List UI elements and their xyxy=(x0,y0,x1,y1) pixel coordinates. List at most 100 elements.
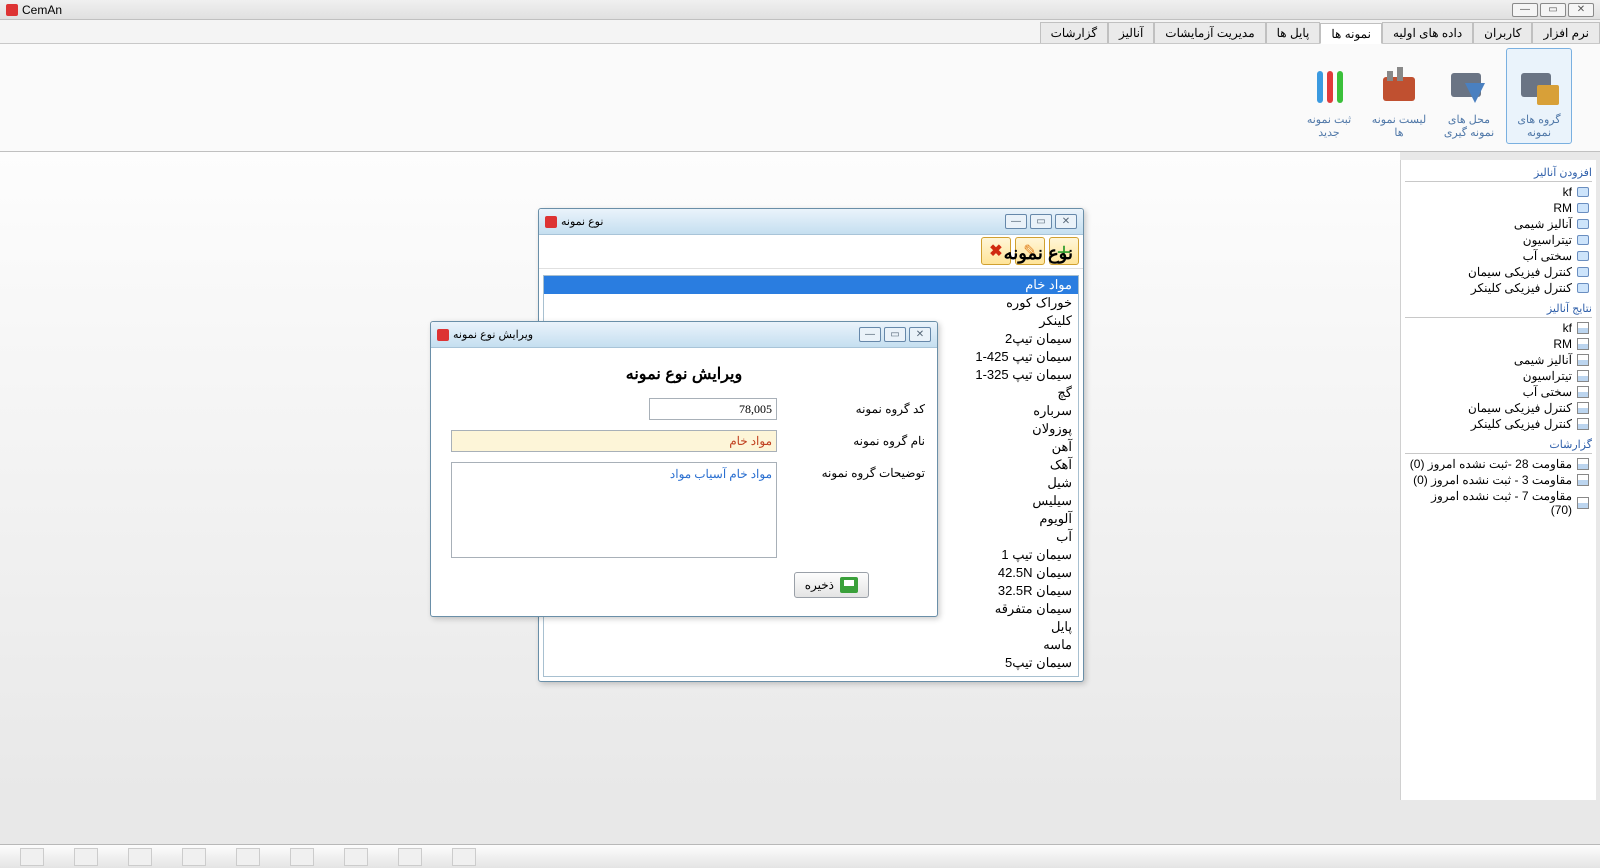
ribbon-icon xyxy=(1375,63,1423,111)
taskbar-icon[interactable] xyxy=(344,848,368,866)
tab-3[interactable]: نمونه ها xyxy=(1320,23,1382,44)
panel-item[interactable]: آنالیز شیمی xyxy=(1405,352,1592,368)
taskbar-icon[interactable] xyxy=(74,848,98,866)
panel-item-label: kf xyxy=(1563,185,1572,199)
dialog-title: نوع نمونه xyxy=(561,215,603,228)
maximize-button[interactable]: ▭ xyxy=(1540,3,1566,17)
panel-item-icon xyxy=(1576,218,1590,230)
name-input[interactable] xyxy=(451,430,777,452)
dialog-heading: نوع نمونه xyxy=(1004,243,1073,264)
dialog-maximize-button[interactable]: ▭ xyxy=(1030,214,1052,229)
ribbon-button-2[interactable]: لیست نمونه ها xyxy=(1366,48,1432,144)
tab-strip: نرم افزارکاربرانداده های اولیهنمونه هاپا… xyxy=(0,20,1600,44)
panel-item-label: آنالیز شیمی xyxy=(1514,217,1572,231)
panel-item-label: سختی آب xyxy=(1523,249,1572,263)
panel-item-icon xyxy=(1576,370,1590,382)
panel-item[interactable]: کنترل فیزیکی سیمان xyxy=(1405,400,1592,416)
tab-1[interactable]: کاربران xyxy=(1473,22,1532,43)
list-item[interactable]: پایل xyxy=(544,618,1078,636)
taskbar-icon[interactable] xyxy=(182,848,206,866)
tab-4[interactable]: پایل ها xyxy=(1266,22,1321,43)
ribbon-button-1[interactable]: محل های نمونه گیری xyxy=(1436,48,1502,144)
panel-item[interactable]: RM xyxy=(1405,200,1592,216)
save-button-label: ذخیره xyxy=(805,578,834,592)
taskbar-icon[interactable] xyxy=(236,848,260,866)
panel-item-icon xyxy=(1576,186,1590,198)
panel-item-icon xyxy=(1576,322,1590,334)
panel-item[interactable]: مقاومت 7 - ثبت نشده امروز (70) xyxy=(1405,488,1592,518)
panel-header: افزودن آنالیز xyxy=(1405,164,1592,182)
window-controls: — ▭ ✕ xyxy=(1512,3,1594,17)
panel-item-icon xyxy=(1576,338,1590,350)
panel-item-label: تیتراسیون xyxy=(1523,369,1572,383)
dialog-close-button[interactable]: ✕ xyxy=(909,327,931,342)
panel-item-label: مقاومت 3 - ثبت نشده امروز (0) xyxy=(1413,473,1572,487)
taskbar-icon[interactable] xyxy=(290,848,314,866)
list-item[interactable]: ماسه xyxy=(544,636,1078,654)
panel-item[interactable]: سختی آب xyxy=(1405,248,1592,264)
desc-label: توضیحات گروه نمونه xyxy=(785,462,925,480)
edit-dialog-heading: ویرایش نوع نمونه xyxy=(443,364,925,384)
ribbon-button-0[interactable]: گروه های نمونه xyxy=(1506,48,1572,144)
edit-sample-type-dialog: ویرایش نوع نمونه — ▭ ✕ ویرایش نوع نمونه … xyxy=(430,321,938,617)
panel-item[interactable]: مقاومت 28 -ثبت نشده امروز (0) xyxy=(1405,456,1592,472)
panel-item-label: آنالیز شیمی xyxy=(1514,353,1572,367)
panel-item[interactable]: کنترل فیزیکی کلینکر xyxy=(1405,280,1592,296)
panel-item[interactable]: آنالیز شیمی xyxy=(1405,216,1592,232)
taskbar xyxy=(0,844,1600,868)
list-item[interactable]: سیمان تیپ5 xyxy=(544,654,1078,672)
panel-item-icon xyxy=(1576,202,1590,214)
panel-item[interactable]: مقاومت 3 - ثبت نشده امروز (0) xyxy=(1405,472,1592,488)
tab-6[interactable]: آنالیز xyxy=(1108,22,1154,43)
ribbon-label: لیست نمونه ها xyxy=(1369,113,1429,139)
list-item[interactable]: خوراک کوره xyxy=(544,294,1078,312)
panel-item-label: RM xyxy=(1553,201,1572,215)
panel-item-label: تیتراسیون xyxy=(1523,233,1572,247)
right-panel: افزودن آنالیزkfRMآنالیز شیمیتیتراسیونسخت… xyxy=(1400,160,1596,800)
close-button[interactable]: ✕ xyxy=(1568,3,1594,17)
panel-item-icon xyxy=(1576,386,1590,398)
ribbon-label: ثبت نمونه جدید xyxy=(1299,113,1359,139)
panel-item[interactable]: RM xyxy=(1405,336,1592,352)
code-input[interactable] xyxy=(649,398,777,420)
panel-item-label: کنترل فیزیکی سیمان xyxy=(1468,401,1572,415)
taskbar-icon[interactable] xyxy=(128,848,152,866)
minimize-button[interactable]: — xyxy=(1512,3,1538,17)
panel-item[interactable]: کنترل فیزیکی سیمان xyxy=(1405,264,1592,280)
list-item[interactable]: مواد خام xyxy=(544,276,1078,294)
main-titlebar: CemAn — ▭ ✕ xyxy=(0,0,1600,20)
dialog-toolbar: ✖ ✎ ＋ xyxy=(539,235,1083,269)
dialog-minimize-button[interactable]: — xyxy=(859,327,881,342)
taskbar-icon[interactable] xyxy=(452,848,476,866)
dialog-titlebar: ویرایش نوع نمونه — ▭ ✕ xyxy=(431,322,937,348)
panel-item-icon xyxy=(1576,474,1590,486)
panel-item[interactable]: تیتراسیون xyxy=(1405,368,1592,384)
panel-item-label: مقاومت 28 -ثبت نشده امروز (0) xyxy=(1410,457,1572,471)
tab-0[interactable]: نرم افزار xyxy=(1532,22,1600,43)
panel-item-label: کنترل فیزیکی کلینکر xyxy=(1471,281,1572,295)
panel-item-icon xyxy=(1576,282,1590,294)
taskbar-icon[interactable] xyxy=(398,848,422,866)
panel-header: نتایج آنالیز xyxy=(1405,300,1592,318)
tab-7[interactable]: گزارشات xyxy=(1040,22,1108,43)
app-title: CemAn xyxy=(22,3,62,17)
panel-header: گزارشات xyxy=(1405,436,1592,454)
panel-item[interactable]: کنترل فیزیکی کلینکر xyxy=(1405,416,1592,432)
dialog-minimize-button[interactable]: — xyxy=(1005,214,1027,229)
panel-item-icon xyxy=(1576,354,1590,366)
ribbon-icon xyxy=(1445,63,1493,111)
ribbon-icon xyxy=(1515,63,1563,111)
taskbar-icon[interactable] xyxy=(20,848,44,866)
tab-5[interactable]: مدیریت آزمایشات xyxy=(1154,22,1265,43)
panel-item[interactable]: kf xyxy=(1405,320,1592,336)
tab-2[interactable]: داده های اولیه xyxy=(1382,22,1473,43)
panel-item[interactable]: kf xyxy=(1405,184,1592,200)
ribbon-button-3[interactable]: ثبت نمونه جدید xyxy=(1296,48,1362,144)
save-icon xyxy=(840,577,858,593)
panel-item[interactable]: سختی آب xyxy=(1405,384,1592,400)
save-button[interactable]: ذخیره xyxy=(794,572,869,598)
desc-textarea[interactable] xyxy=(451,462,777,558)
dialog-maximize-button[interactable]: ▭ xyxy=(884,327,906,342)
panel-item[interactable]: تیتراسیون xyxy=(1405,232,1592,248)
dialog-close-button[interactable]: ✕ xyxy=(1055,214,1077,229)
